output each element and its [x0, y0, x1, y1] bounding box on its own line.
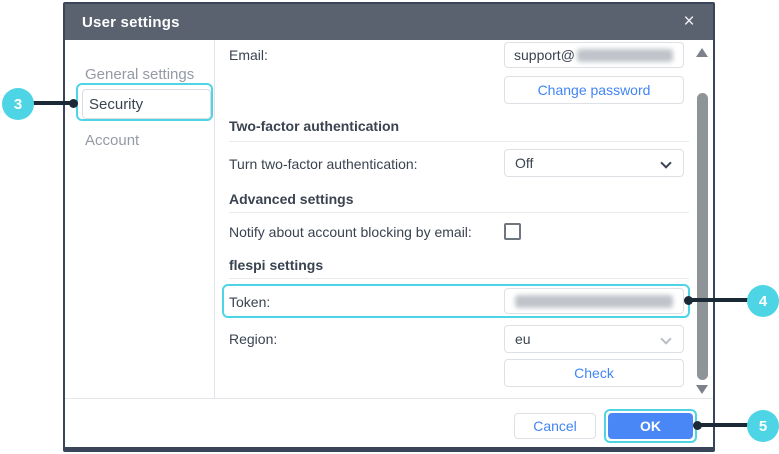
user-settings-dialog: User settings × General settings Securit… — [63, 2, 715, 452]
twofactor-label: Turn two-factor authentication: — [229, 156, 418, 172]
annotation-dot-3 — [69, 99, 78, 108]
email-field[interactable]: support@ — [504, 42, 684, 68]
footer-divider — [65, 398, 713, 399]
region-select[interactable]: eu — [504, 325, 684, 353]
chevron-down-icon — [660, 333, 671, 344]
annotation-line-5 — [700, 423, 750, 427]
annotation-highlight-security: Security — [76, 83, 213, 121]
section-divider — [229, 212, 689, 213]
region-label: Region: — [229, 331, 277, 347]
sidebar-item-security[interactable]: Security — [82, 89, 211, 119]
annotation-dot-5 — [693, 421, 702, 430]
twofactor-section-title: Two-factor authentication — [229, 118, 399, 134]
sidebar-item-account[interactable]: Account — [85, 132, 205, 152]
twofactor-value: Off — [515, 155, 533, 171]
scrollbar-thumb[interactable] — [697, 93, 708, 380]
ok-button[interactable]: OK — [608, 413, 693, 439]
close-icon[interactable]: × — [679, 12, 699, 32]
change-password-button[interactable]: Change password — [504, 76, 684, 104]
flespi-section-title: flespi settings — [229, 257, 323, 273]
token-field[interactable] — [504, 288, 684, 314]
screenshot-stage: User settings × General settings Securit… — [0, 0, 779, 454]
scrollbar-up-arrow[interactable] — [696, 48, 708, 57]
notify-checkbox[interactable] — [504, 223, 521, 240]
chevron-down-icon — [660, 157, 671, 168]
cancel-button[interactable]: Cancel — [514, 413, 596, 439]
section-divider — [229, 141, 689, 142]
region-value: eu — [515, 331, 531, 347]
section-divider — [229, 278, 689, 279]
sidebar-divider — [214, 40, 215, 398]
annotation-dot-4 — [684, 296, 693, 305]
redacted-email-domain — [577, 49, 673, 62]
dialog-header: User settings × — [65, 4, 713, 40]
redacted-token-value — [515, 295, 673, 308]
twofactor-select[interactable]: Off — [504, 149, 684, 177]
email-value: support@ — [514, 47, 575, 63]
annotation-badge-5: 5 — [747, 410, 779, 442]
annotation-badge-4: 4 — [747, 285, 779, 317]
annotation-line-4 — [690, 298, 750, 302]
token-label: Token: — [229, 294, 270, 310]
advanced-section-title: Advanced settings — [229, 191, 353, 207]
check-button[interactable]: Check — [504, 359, 684, 387]
notify-label: Notify about account blocking by email: — [229, 224, 472, 240]
email-label: Email: — [229, 47, 268, 63]
annotation-badge-3: 3 — [2, 88, 34, 120]
scrollbar-down-arrow[interactable] — [696, 385, 708, 394]
dialog-title: User settings — [65, 14, 180, 31]
